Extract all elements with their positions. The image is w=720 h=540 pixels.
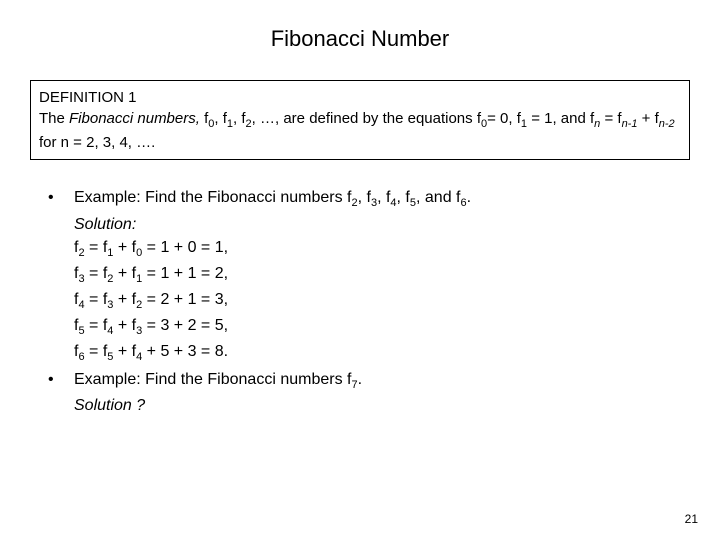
text: The <box>39 110 69 127</box>
example-2: Example: Find the Fibonacci numbers f7. … <box>48 368 690 417</box>
text-italic: Fibonacci numbers, <box>69 110 200 127</box>
text: = f <box>600 110 621 127</box>
text: Example: Find the Fibonacci numbers f <box>74 371 351 388</box>
examples-section: Example: Find the Fibonacci numbers f2, … <box>30 186 690 417</box>
solution-label: Solution ? <box>74 397 145 414</box>
text: , f <box>214 110 227 127</box>
text: , f <box>233 110 246 127</box>
text: , f <box>377 189 390 206</box>
slide-title: Fibonacci Number <box>30 26 690 52</box>
text: , f <box>358 189 371 206</box>
subscript-italic: n-1 <box>622 118 638 130</box>
text: = 0, f <box>487 110 521 127</box>
example-1: Example: Find the Fibonacci numbers f2, … <box>48 186 690 366</box>
definition-label: DEFINITION 1 <box>39 87 681 108</box>
text: , …, are defined by the equations f <box>252 110 481 127</box>
solution-label: Solution: <box>74 216 136 233</box>
text: . <box>467 189 471 206</box>
solution-line: f2 = f1 + f0 = 1 + 0 = 1, <box>74 236 690 262</box>
solution-line: f5 = f4 + f3 = 3 + 2 = 5, <box>74 314 690 340</box>
solution-line: f6 = f5 + f4 + 5 + 3 = 8. <box>74 340 690 366</box>
definition-box: DEFINITION 1 The Fibonacci numbers, f0, … <box>30 80 690 160</box>
text: , f <box>397 189 410 206</box>
text: + f <box>637 110 658 127</box>
solution-line: f3 = f2 + f1 = 1 + 1 = 2, <box>74 262 690 288</box>
subscript-italic: n-2 <box>659 118 675 130</box>
solution-line: f4 = f3 + f2 = 2 + 1 = 3, <box>74 288 690 314</box>
text: = 1, and f <box>527 110 594 127</box>
text: . <box>358 371 362 388</box>
text: Example: Find the Fibonacci numbers f <box>74 189 351 206</box>
text: , and f <box>416 189 460 206</box>
definition-body: The Fibonacci numbers, f0, f1, f2, …, ar… <box>39 108 681 132</box>
page-number: 21 <box>685 512 698 526</box>
text: f <box>200 110 208 127</box>
definition-for: for n = 2, 3, 4, …. <box>39 132 681 153</box>
